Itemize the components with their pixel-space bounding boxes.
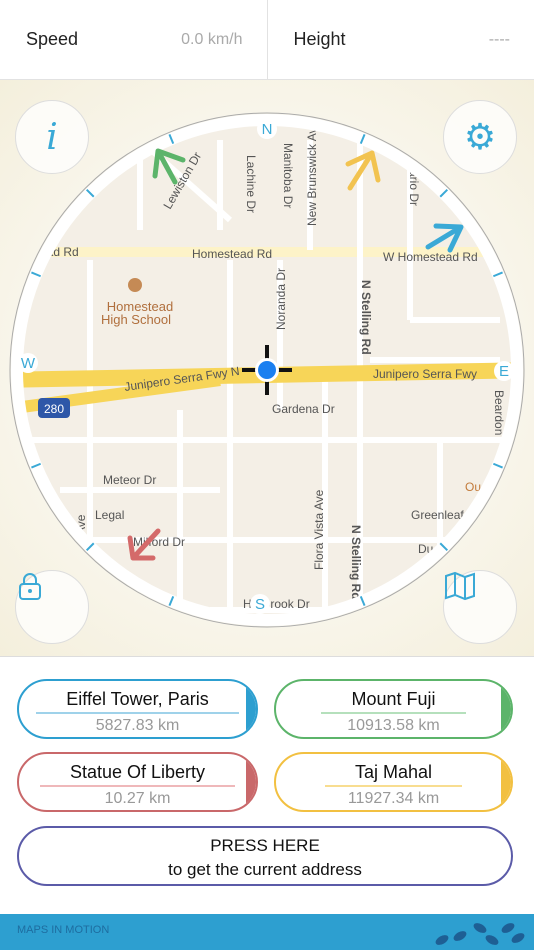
height-cell: Height ---- xyxy=(268,0,534,79)
info-button[interactable]: i xyxy=(15,100,89,174)
street-label: Gardena Dr xyxy=(272,402,335,416)
poi-label: High School xyxy=(101,312,171,327)
info-icon: i xyxy=(46,116,58,158)
street-label: W Homestead Rd xyxy=(383,250,478,264)
street-label: New Brunswick Av xyxy=(305,128,319,226)
street-label: Meteor Dr xyxy=(103,473,156,487)
svg-text:280: 280 xyxy=(44,402,64,416)
compass-n: N xyxy=(262,121,273,138)
footer-bar: MAPS IN MOTION xyxy=(0,914,534,950)
color-indicator xyxy=(501,754,511,810)
press-sublabel: to get the current address xyxy=(168,860,362,879)
settings-button[interactable]: ⚙ xyxy=(443,100,517,174)
destination-distance: 10913.58 km xyxy=(347,717,440,734)
speed-value: 0.0 km/h xyxy=(181,30,243,48)
speed-cell: Speed 0.0 km/h xyxy=(0,0,268,79)
map-area[interactable]: ead Rd Homestead Rd W Homestead Rd Junip… xyxy=(0,80,534,657)
destination-name: Statue Of Liberty xyxy=(39,762,236,787)
lock-icon xyxy=(19,573,41,600)
street-label: N Stelling Rd xyxy=(359,280,373,355)
street-label: Greenleaf xyxy=(411,508,464,522)
destination-taj-mahal[interactable]: Taj Mahal 11927.34 km xyxy=(274,752,513,812)
destination-distance: 10.27 km xyxy=(104,790,171,807)
street-label: Lachine Dr xyxy=(244,155,258,213)
speed-label: Speed xyxy=(26,29,79,49)
compass-s: S xyxy=(255,596,265,613)
gear-icon: ⚙ xyxy=(463,116,497,157)
highway-shield-icon: 280 xyxy=(38,398,70,418)
destination-name: Mount Fuji xyxy=(321,689,466,714)
get-address-button[interactable]: PRESS HERE to get the current address xyxy=(17,826,513,886)
destination-name: Eiffel Tower, Paris xyxy=(36,689,239,714)
brand-label: MAPS IN MOTION xyxy=(17,924,110,936)
color-indicator xyxy=(501,681,511,737)
destination-distance: 11927.34 km xyxy=(347,790,440,807)
height-label: Height xyxy=(293,29,346,49)
destination-distance: 5827.83 km xyxy=(95,717,180,734)
destination-statue-of-liberty[interactable]: Statue Of Liberty 10.27 km xyxy=(17,752,258,812)
compass-e: E xyxy=(499,363,509,380)
street-label: Homestead Rd xyxy=(192,247,272,261)
street-label: Manitoba Dr xyxy=(281,143,295,208)
folded-map-icon xyxy=(445,571,475,601)
map-type-button[interactable] xyxy=(443,570,517,644)
school-icon xyxy=(128,278,142,292)
press-label: PRESS HERE xyxy=(210,836,320,855)
street-label: Legal xyxy=(95,508,124,522)
color-indicator xyxy=(246,681,256,737)
destination-name: Taj Mahal xyxy=(324,762,463,787)
color-indicator xyxy=(246,754,256,810)
status-header: Speed 0.0 km/h Height ---- xyxy=(0,0,534,80)
lock-button[interactable] xyxy=(15,570,89,644)
height-value: ---- xyxy=(488,30,510,48)
street-label: Junipero Serra Fwy xyxy=(373,367,477,381)
street-label: N Stelling Rd xyxy=(349,525,363,600)
footsteps-icon xyxy=(435,923,525,945)
destination-mount-fuji[interactable]: Mount Fuji 10913.58 km xyxy=(274,679,513,739)
compass-w: W xyxy=(21,355,36,372)
destination-eiffel-tower[interactable]: Eiffel Tower, Paris 5827.83 km xyxy=(17,679,258,739)
street-label: Noranda Dr xyxy=(274,268,288,330)
street-label: Flora Vista Ave xyxy=(312,489,326,570)
